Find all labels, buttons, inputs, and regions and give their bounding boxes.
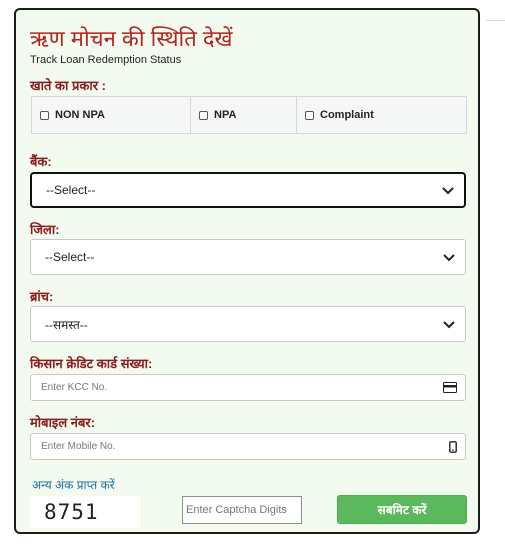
branch-select[interactable]: --समस्त-- — [30, 306, 466, 342]
npa-checkbox[interactable] — [199, 110, 208, 120]
district-select[interactable]: --Select-- — [30, 239, 466, 275]
mobile-phone-icon — [449, 440, 457, 453]
mobile-label: मोबाइल नंबर: — [30, 415, 96, 430]
refresh-captcha-link[interactable]: अन्य अंक प्राप्त करें — [32, 476, 115, 493]
bank-label: बैंक: — [30, 154, 52, 169]
option-npa[interactable]: NPA — [190, 97, 296, 133]
credit-card-icon — [443, 382, 457, 393]
divider-line — [486, 20, 505, 21]
chevron-down-icon — [442, 187, 454, 195]
kcc-input[interactable]: Enter KCC No. — [30, 374, 466, 401]
bank-selected-value: --Select-- — [46, 183, 96, 197]
complaint-checkbox[interactable] — [305, 110, 314, 120]
chevron-down-icon — [443, 321, 455, 329]
loan-status-card: ऋण मोचन की स्थिति देखें Track Loan Redem… — [14, 8, 480, 534]
kcc-label: किसान क्रेडिट कार्ड संख्या: — [30, 356, 153, 371]
captcha-input[interactable]: Enter Captcha Digits — [182, 496, 302, 524]
district-label: जिला: — [30, 222, 60, 237]
kcc-placeholder: Enter KCC No. — [41, 382, 108, 393]
option-complaint[interactable]: Complaint — [296, 97, 466, 133]
captcha-code: 8751 — [30, 496, 140, 528]
option-non-npa[interactable]: NON NPA — [32, 97, 190, 133]
non-npa-checkbox[interactable] — [40, 110, 49, 120]
complaint-label: Complaint — [320, 109, 374, 121]
branch-label: ब्रांच: — [30, 289, 54, 304]
captcha-placeholder: Enter Captcha Digits — [186, 504, 287, 516]
chevron-down-icon — [443, 254, 455, 262]
page-subtitle: Track Loan Redemption Status — [30, 54, 182, 66]
non-npa-label: NON NPA — [55, 109, 105, 121]
bank-select[interactable]: --Select-- — [30, 172, 466, 208]
branch-selected-value: --समस्त-- — [45, 317, 88, 332]
mobile-input[interactable]: Enter Mobile No. — [30, 433, 466, 460]
page-title: ऋण मोचन की स्थिति देखें — [30, 26, 233, 51]
account-type-options: NON NPA NPA Complaint — [31, 96, 467, 134]
submit-button[interactable]: सबमिट करें — [337, 495, 467, 524]
mobile-placeholder: Enter Mobile No. — [41, 441, 116, 452]
district-selected-value: --Select-- — [45, 250, 95, 264]
account-type-label: खाते का प्रकार : — [30, 78, 106, 93]
npa-label: NPA — [214, 109, 237, 121]
